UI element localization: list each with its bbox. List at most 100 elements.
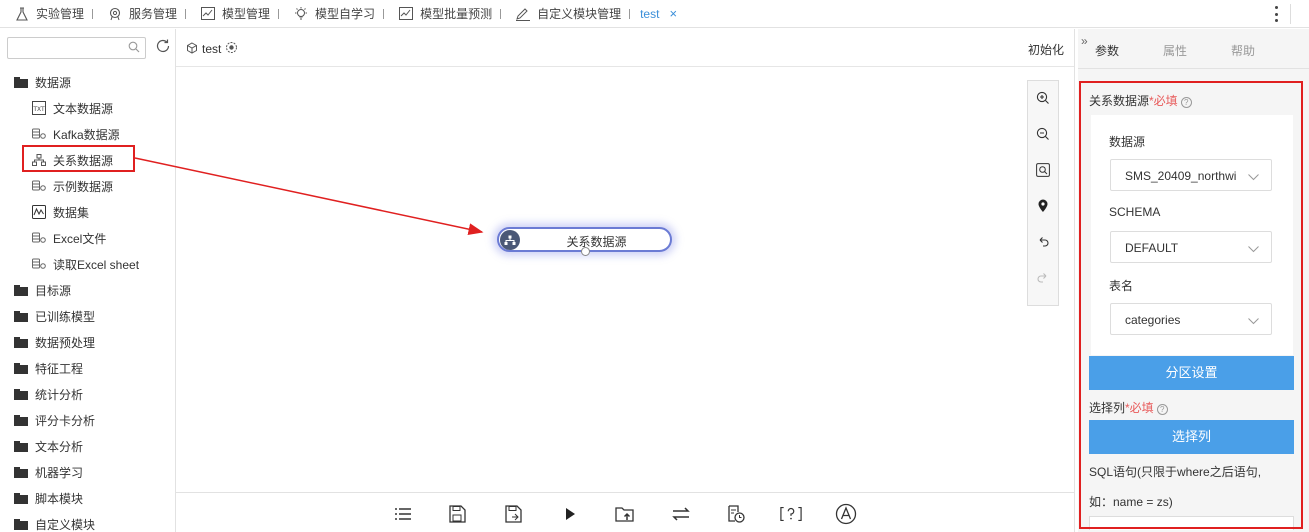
canvas-title-text: test (202, 42, 222, 56)
refresh-icon[interactable] (155, 38, 171, 57)
divider (1290, 4, 1291, 24)
tab-test[interactable]: test × (630, 0, 685, 28)
more-vertical-icon[interactable] (1275, 6, 1279, 22)
db-icon (32, 127, 46, 141)
bulb-icon (293, 6, 309, 22)
tree-item[interactable]: 读取Excel sheet (0, 251, 175, 277)
highlight-box (22, 145, 135, 172)
tab-attributes[interactable]: 属性 (1163, 42, 1187, 59)
highlight-box (1079, 81, 1303, 529)
upload-folder-icon[interactable] (614, 503, 636, 525)
service-icon (107, 6, 123, 22)
list-icon[interactable] (392, 503, 414, 525)
output-port[interactable] (581, 247, 590, 256)
tree-folder[interactable]: 机器学习 (0, 459, 175, 485)
tab-model-management[interactable]: 模型管理 (186, 0, 278, 28)
collapse-icon[interactable]: » (1081, 34, 1088, 48)
redo-icon[interactable] (1034, 269, 1052, 287)
folder-icon (14, 492, 28, 504)
tree-label: 机器学习 (35, 465, 84, 480)
edit-icon (515, 6, 531, 22)
tree-folder[interactable]: 评分卡分析 (0, 407, 175, 433)
svg-text:TXT: TXT (32, 106, 45, 113)
tree-label: 脚本模块 (35, 491, 84, 506)
tree-label: 已训练模型 (35, 309, 96, 324)
right-tabs: » 参数 属性 帮助 (1078, 29, 1309, 69)
tree-folder[interactable]: 文本分析 (0, 433, 175, 459)
canvas-header: test 初始化 (176, 29, 1074, 67)
tree-item[interactable]: TXT 文本数据源 (0, 95, 175, 121)
folder-icon (14, 440, 28, 452)
folder-icon (14, 388, 28, 400)
location-pin-icon[interactable] (1034, 197, 1052, 215)
zoom-toolbar (1027, 80, 1059, 306)
text-source-icon: TXT (32, 101, 46, 115)
tree-item[interactable]: 示例数据源 (0, 173, 175, 199)
tree-folder[interactable]: 统计分析 (0, 381, 175, 407)
close-icon[interactable]: × (669, 6, 677, 21)
tab-model-self-learning[interactable]: 模型自学习 (279, 0, 383, 28)
folder-icon (14, 466, 28, 478)
tree-label: 文本分析 (35, 439, 84, 454)
folder-icon (14, 284, 28, 296)
settings-icon[interactable] (225, 41, 238, 57)
dataset-icon (32, 205, 46, 219)
folder-icon (14, 310, 28, 322)
zoom-in-icon[interactable] (1034, 89, 1052, 107)
tree-label: 评分卡分析 (35, 413, 96, 428)
search-input[interactable] (7, 37, 146, 59)
tab-params[interactable]: 参数 (1095, 42, 1119, 59)
tab-service-management[interactable]: 服务管理 (93, 0, 185, 28)
component-tree: 数据源 TXT 文本数据源 Kafka数据源 关系数据源 示例数据源 数据集 Excel文件读… (0, 69, 175, 532)
tab-label: 服务管理 (129, 7, 178, 21)
help-bracket-icon[interactable] (780, 503, 802, 525)
run-icon[interactable] (559, 503, 581, 525)
folder-icon (14, 414, 28, 426)
db-icon (32, 231, 46, 245)
top-tab-bar: 实验管理 服务管理 模型管理 模型自学习 模型批量预测 自定义模块管理 test… (0, 0, 1309, 28)
zoom-out-icon[interactable] (1034, 125, 1052, 143)
tree-folder[interactable]: 已训练模型 (0, 303, 175, 329)
save-icon[interactable] (446, 503, 468, 525)
schedule-icon[interactable] (725, 503, 747, 525)
tree-item[interactable]: Excel文件 (0, 225, 175, 251)
tab-experiment-management[interactable]: 实验管理 (0, 0, 92, 28)
tree-item[interactable]: Kafka数据源 (0, 121, 175, 147)
tree-label: 读取Excel sheet (53, 257, 140, 272)
cube-icon (186, 41, 198, 57)
save-as-icon[interactable] (502, 503, 524, 525)
db-icon (32, 179, 46, 193)
bottom-toolbar (176, 492, 1074, 532)
relation-icon (500, 230, 520, 250)
tree-label: 数据集 (53, 205, 90, 220)
tab-label: 模型自学习 (315, 7, 376, 21)
tab-help[interactable]: 帮助 (1231, 42, 1255, 59)
tree-folder[interactable]: 数据源 (0, 69, 175, 95)
tree-folder[interactable]: 数据预处理 (0, 329, 175, 355)
tree-folder[interactable]: 目标源 (0, 277, 175, 303)
folder-icon (14, 362, 28, 374)
tab-custom-module-management[interactable]: 自定义模块管理 (501, 0, 629, 28)
tree-item[interactable]: 数据集 (0, 199, 175, 225)
tab-batch-prediction[interactable]: 模型批量预测 (384, 0, 500, 28)
folder-icon (14, 76, 28, 88)
relation-source-node[interactable]: 关系数据源 (497, 227, 672, 256)
flask-icon (14, 6, 30, 22)
tree-label: 自定义模块 (35, 517, 96, 532)
chart-icon (200, 6, 216, 22)
folder-icon (14, 336, 28, 348)
swap-icon[interactable] (670, 503, 692, 525)
tree-folder[interactable]: 特征工程 (0, 355, 175, 381)
workflow-canvas[interactable] (176, 68, 1074, 492)
auto-layout-icon[interactable] (835, 503, 857, 525)
tab-label: 自定义模块管理 (537, 7, 622, 21)
tree-folder[interactable]: 脚本模块 (0, 485, 175, 511)
tree-label: 特征工程 (35, 361, 84, 376)
tree-label: Excel文件 (53, 231, 107, 246)
tree-label: 目标源 (35, 283, 72, 298)
fit-view-icon[interactable] (1034, 161, 1052, 179)
undo-icon[interactable] (1034, 233, 1052, 251)
tree-label: 数据预处理 (35, 335, 96, 350)
tree-folder[interactable]: 自定义模块 (0, 511, 175, 532)
init-button[interactable]: 初始化 (1028, 41, 1064, 58)
